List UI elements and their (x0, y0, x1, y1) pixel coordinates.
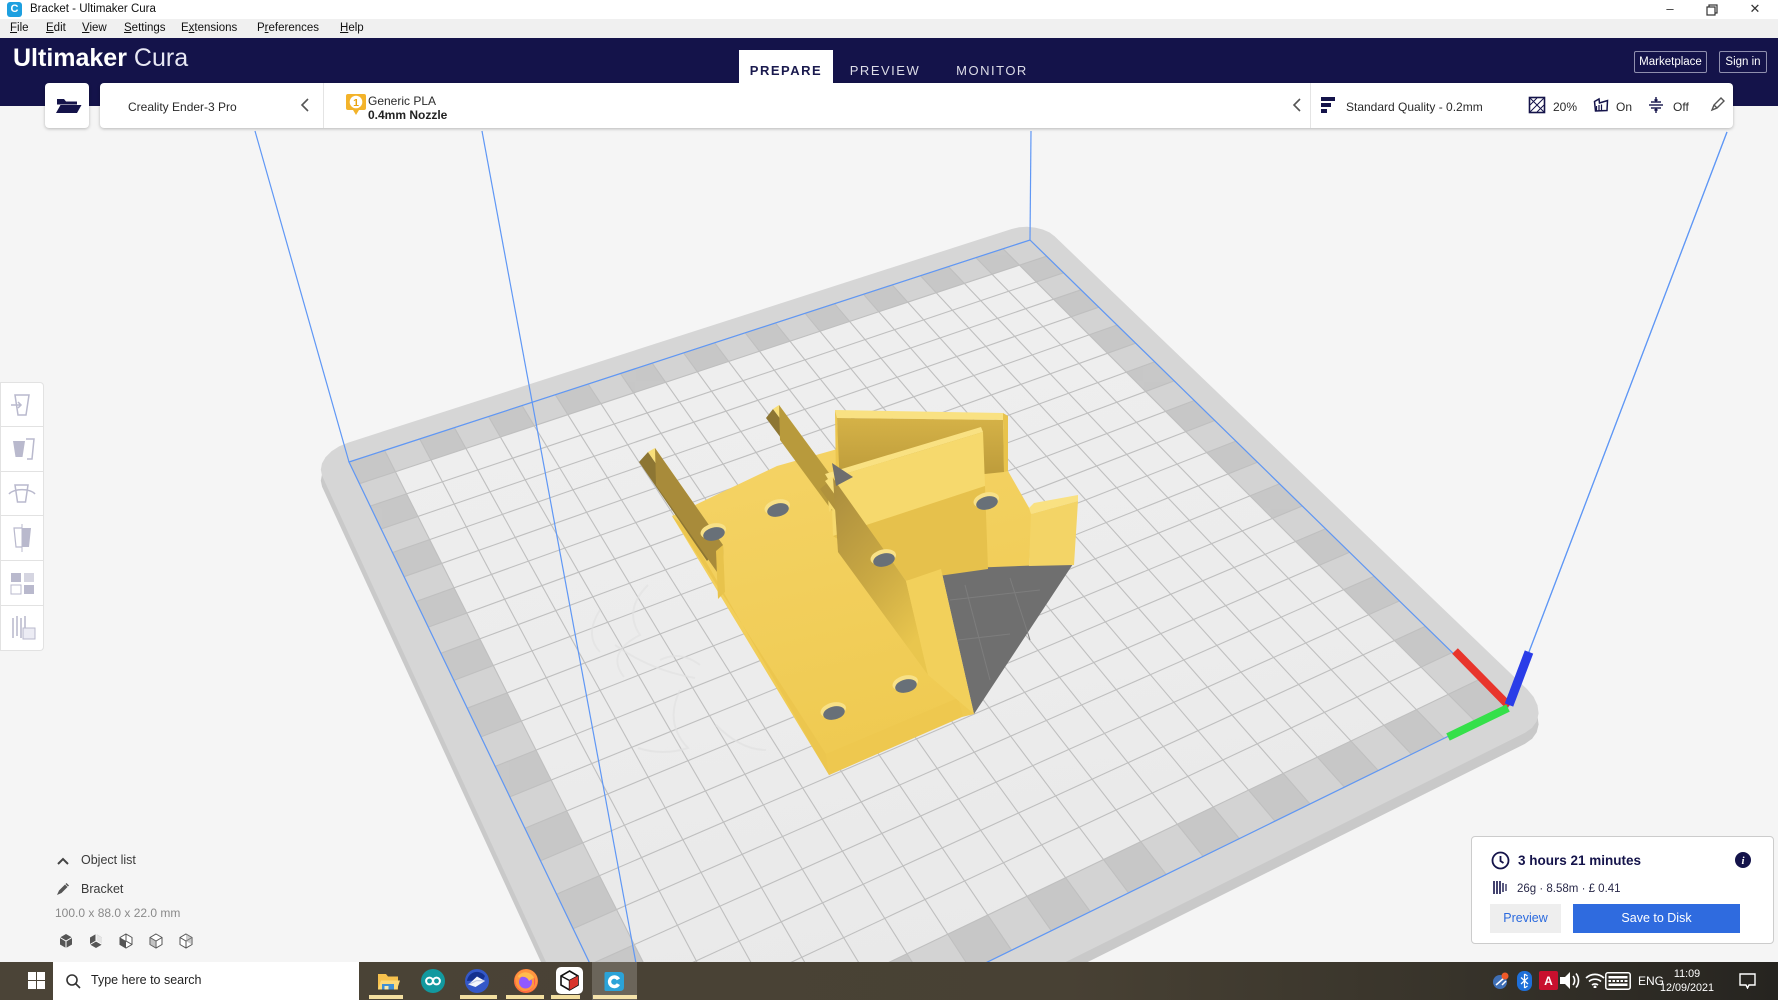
svg-text:1: 1 (353, 97, 359, 109)
svg-text:A: A (1544, 974, 1553, 988)
